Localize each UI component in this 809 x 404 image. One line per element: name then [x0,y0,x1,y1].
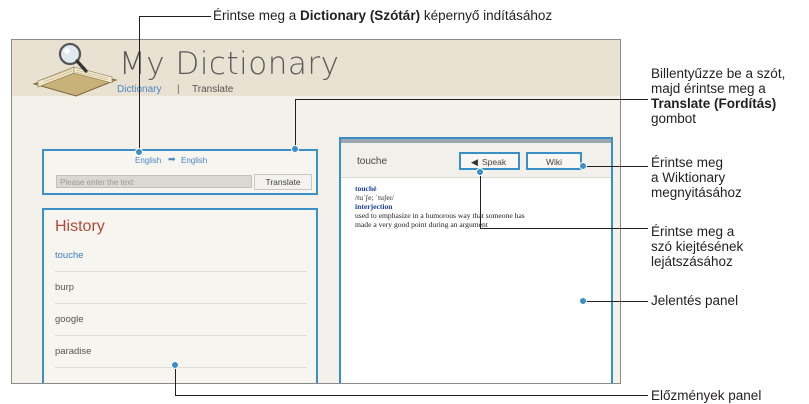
history-item[interactable]: google [55,304,307,336]
leader-line [139,16,140,152]
callout-input-line1: Billentyűzze be a szót, [651,66,786,81]
callout-dictionary: Érintse meg a Dictionary (Szótár) képern… [213,8,552,23]
callout-dictionary-tail: képernyő indításához [420,8,553,23]
input-panel: English ➡ English Please enter the text … [42,149,318,195]
book-magnifier-logo [32,42,118,97]
callout-dot [135,148,143,156]
wiki-button[interactable]: Wiki [526,152,582,170]
search-input[interactable]: Please enter the text [56,175,252,188]
callout-input-bold: Translate (Fordítás) [651,96,777,111]
callout-wiki-line1: Érintse meg [651,155,724,170]
callout-speak-line1: Érintse meg a [651,224,735,239]
history-item[interactable]: touche [55,240,307,272]
callout-dot [171,361,179,369]
app-title: My Dictionary [119,46,340,82]
tab-translate[interactable]: Translate [192,84,233,95]
speak-button[interactable]: ◀ Speak [459,152,520,170]
callout-dot [579,297,587,305]
history-panel: History touche burp google paradise [42,208,318,383]
callout-dictionary-text: Érintse meg a [213,8,301,23]
tab-separator: | [177,84,180,95]
callout-wiki: Érintse meg a Wiktionary megnyitásához [651,155,742,200]
leader-line [295,99,296,148]
callout-speak-line2: szó kiejtésének [651,239,744,254]
callout-wiki-line2: a Wiktionary [651,170,726,185]
translate-button[interactable]: Translate [254,174,312,190]
leader-line [139,16,211,17]
definition-line: made a very good point during an argumen… [355,220,488,229]
callout-dot [291,145,299,153]
meaning-word: touche [357,156,388,167]
history-item[interactable]: burp [55,272,307,304]
callout-meaning: Jelentés panel [651,293,739,308]
leader-line [480,172,481,228]
callout-speak: Érintse meg a szó kiejtésének lejátszásá… [651,224,743,269]
leader-line [480,228,648,229]
history-title: History [55,218,105,235]
leader-line [583,301,648,302]
leader-line [175,395,648,396]
target-language[interactable]: English [181,156,207,165]
right-arrow-icon: ➡ [168,154,176,164]
history-item[interactable]: paradise [55,336,307,368]
callout-dictionary-bold: Dictionary (Szótár) [300,8,421,23]
callout-input: Billentyűzze be a szót, majd érintse meg… [651,66,785,126]
leader-line [175,365,176,396]
leader-line [583,166,648,167]
speak-label: Speak [482,157,507,167]
callout-wiki-line3: megnyitásához [651,185,742,200]
app-window: My Dictionary Dictionary | Translate Eng… [11,39,621,384]
callout-dot [579,162,587,170]
callout-speak-line3: lejátszásához [651,254,733,269]
callout-dot [476,168,484,176]
callout-input-line2: majd érintse meg a [651,81,766,96]
callout-input-line4: gombot [651,111,697,126]
callout-history: Előzmények panel [651,388,762,403]
leader-line [295,99,648,100]
source-language[interactable]: English [135,156,161,165]
